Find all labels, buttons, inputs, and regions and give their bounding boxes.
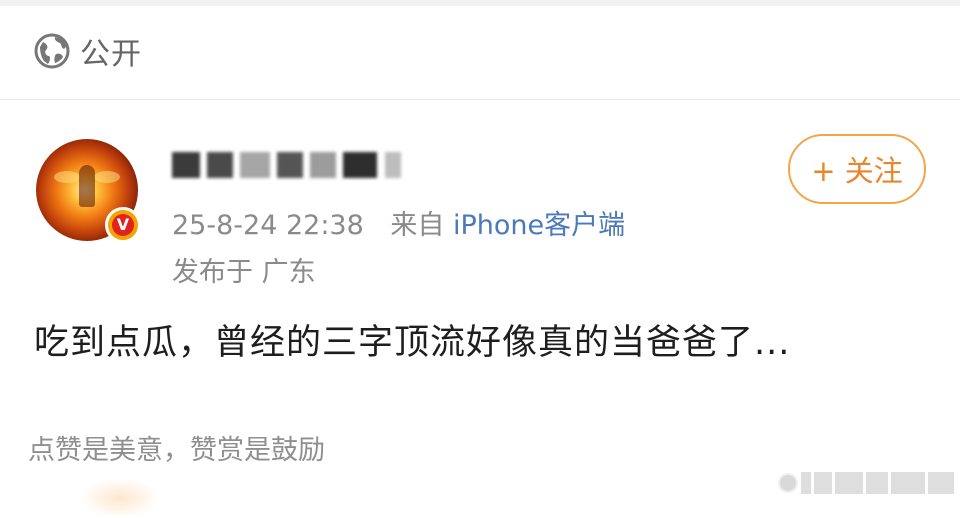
avatar-figure — [79, 165, 95, 207]
post-timestamp: 25-8-24 22:38 — [172, 210, 364, 241]
watermark — [778, 472, 954, 494]
username-censored-block — [310, 152, 337, 178]
watermark-mark — [814, 472, 832, 494]
top-strip — [0, 0, 960, 6]
username-censored-block — [240, 152, 271, 178]
reward-glow — [80, 478, 160, 518]
watermark-mark — [778, 473, 798, 493]
avatar-flame-right — [94, 171, 120, 183]
post-source-prefix: 来自 — [390, 210, 445, 241]
post-source-device[interactable]: iPhone客户端 — [453, 210, 625, 241]
verified-v-badge-icon: V — [105, 207, 141, 243]
watermark-mark — [866, 472, 888, 494]
avatar-flame-left — [54, 171, 80, 183]
username-censored-block — [277, 152, 304, 178]
watermark-mark — [801, 472, 811, 494]
username-censored-block — [207, 152, 234, 178]
header-divider — [0, 99, 960, 100]
watermark-mark — [928, 472, 954, 494]
author-username[interactable] — [172, 152, 403, 188]
verified-mark: V — [112, 214, 134, 236]
post-location: 发布于 广东 — [172, 257, 316, 288]
post-text: 吃到点瓜，曾经的三字顶流好像真的当爸爸了... — [34, 323, 791, 363]
reward-hint: 点赞是美意，赞赏是鼓励 — [28, 435, 325, 466]
username-censored-block — [172, 152, 200, 178]
username-censored-block — [343, 152, 378, 178]
globe-icon — [34, 33, 70, 69]
visibility-indicator: 公开 — [34, 28, 142, 74]
post-meta: 25-8-24 22:38 来自 iPhone客户端 — [172, 203, 625, 242]
watermark-mark — [835, 472, 863, 494]
follow-button[interactable]: + 关注 — [788, 134, 926, 204]
watermark-mark — [891, 472, 925, 494]
username-censored-block — [384, 152, 401, 178]
visibility-label: 公开 — [80, 37, 142, 72]
